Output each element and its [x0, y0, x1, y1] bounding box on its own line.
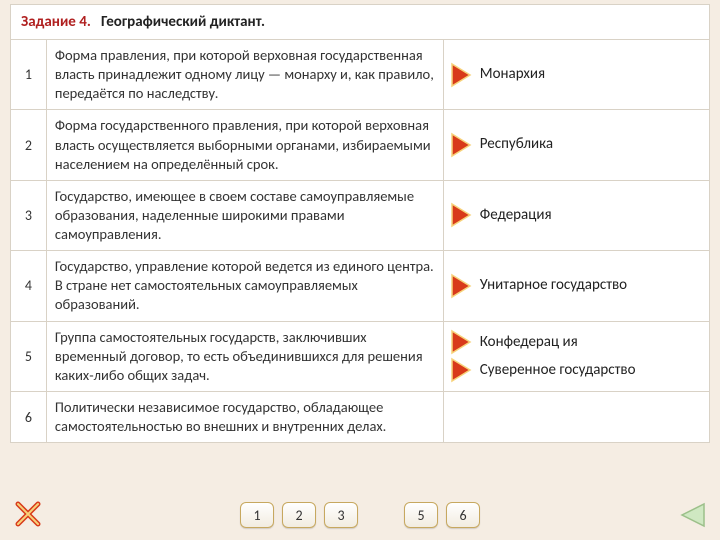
answer-label: Конфедерац ия: [480, 334, 578, 351]
answer-label: Монархия: [480, 66, 545, 83]
row-answer: Монархия: [444, 40, 709, 109]
table-row: 1 Форма правления, при которой верховная…: [11, 40, 709, 110]
arrow-right-icon: [450, 132, 472, 158]
table-row: 6 Политически независимое государство, о…: [11, 392, 709, 442]
row-description: Группа самостоятельных государств, заклю…: [47, 322, 444, 391]
row-number: 6: [11, 392, 47, 442]
arrow-right-icon: [450, 62, 472, 88]
nav-button-6[interactable]: 6: [446, 502, 480, 528]
answer-label: Республика: [480, 136, 553, 153]
row-answer: Конфедерац ия Суверенное государство: [444, 322, 709, 391]
table-row: 2 Форма государственного правления, при …: [11, 110, 709, 180]
answer-label: Федерация: [480, 207, 552, 224]
row-description: Государство, имеющее в своем составе сам…: [47, 181, 444, 250]
row-description: Государство, управление которой ведется …: [47, 251, 444, 320]
row-number: 1: [11, 40, 47, 109]
row-answer: Федерация: [444, 181, 709, 250]
task-number: Задание 4.: [21, 13, 91, 31]
row-description: Форма государственного правления, при ко…: [47, 110, 444, 179]
row-answer: [444, 392, 709, 442]
row-number: 3: [11, 181, 47, 250]
row-number: 5: [11, 322, 47, 391]
arrow-right-icon: [450, 273, 472, 299]
row-answer: Республика: [444, 110, 709, 179]
back-button[interactable]: [676, 502, 706, 528]
answer-label: Унитарное государство: [480, 277, 627, 294]
footer-bar: 1 2 3 5 6: [0, 488, 720, 540]
nav-button-3[interactable]: 3: [324, 502, 358, 528]
table-row: 5 Группа самостоятельных государств, зак…: [11, 322, 709, 392]
table-row: 3 Государство, имеющее в своем составе с…: [11, 181, 709, 251]
nav-button-5[interactable]: 5: [404, 502, 438, 528]
nav-button-group: 1 2 3 5 6: [0, 502, 720, 528]
row-number: 4: [11, 251, 47, 320]
dictation-table: Задание 4. Географический диктант. 1 Фор…: [10, 4, 710, 443]
row-answer: Унитарное государство: [444, 251, 709, 320]
nav-button-2[interactable]: 2: [282, 502, 316, 528]
arrow-right-icon: [450, 329, 472, 355]
nav-button-1[interactable]: 1: [240, 502, 274, 528]
row-number: 2: [11, 110, 47, 179]
row-description: Политически независимое государство, обл…: [47, 392, 444, 442]
arrow-right-icon: [450, 357, 472, 383]
arrow-right-icon: [450, 202, 472, 228]
row-description: Форма правления, при которой верховная г…: [47, 40, 444, 109]
task-title: Географический диктант.: [101, 13, 265, 31]
table-row: 4 Государство, управление которой ведетс…: [11, 251, 709, 321]
answer-label: Суверенное государство: [480, 362, 636, 379]
table-header: Задание 4. Географический диктант.: [11, 5, 709, 40]
